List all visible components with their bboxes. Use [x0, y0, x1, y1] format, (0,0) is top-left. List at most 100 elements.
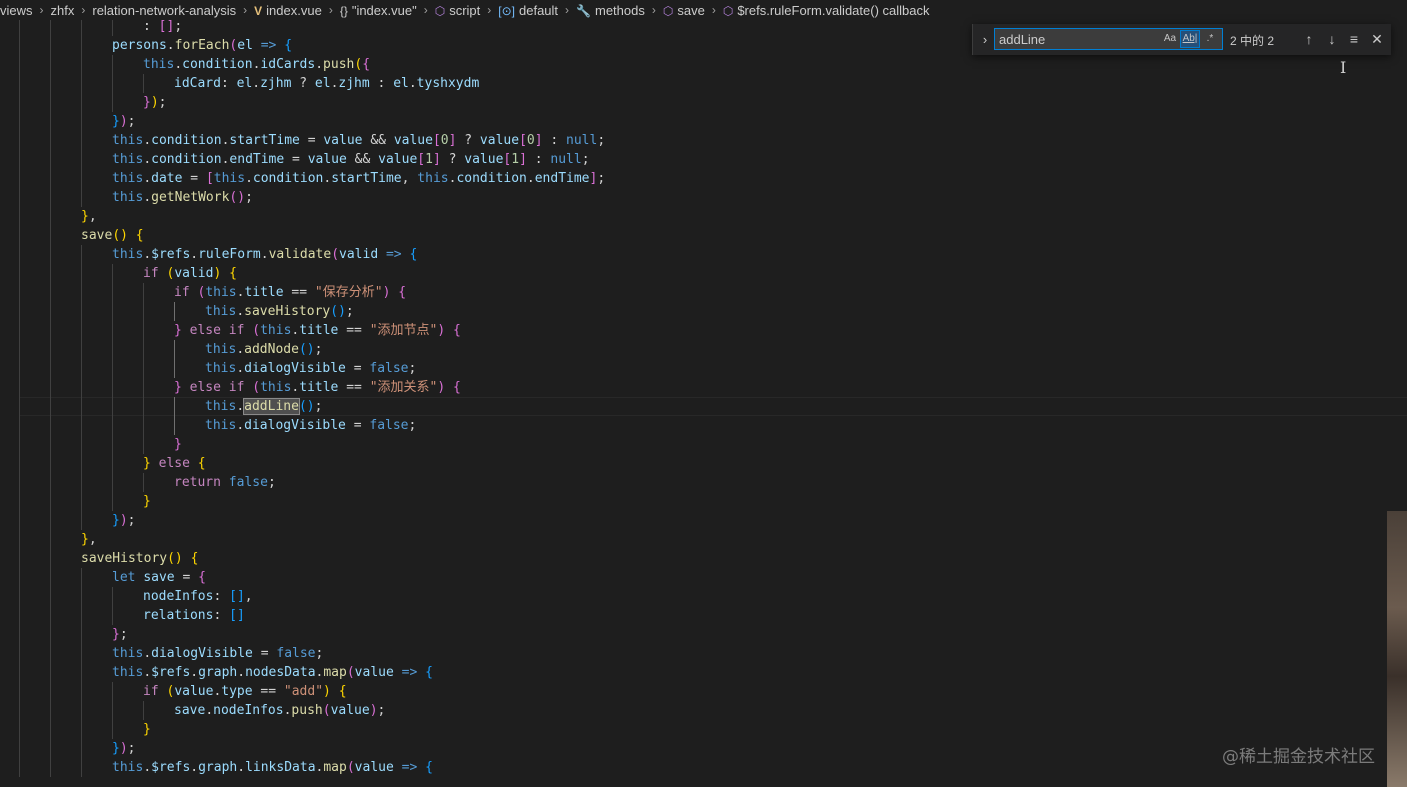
breadcrumb-item[interactable]: 🔧 methods	[576, 3, 645, 18]
breadcrumb-item[interactable]: ⬡ $refs.ruleForm.validate() callback	[723, 3, 930, 18]
code-line[interactable]: this.$refs.ruleForm.validate(valid => {	[0, 245, 1407, 264]
indent-guide	[143, 473, 144, 492]
code-text: }	[143, 720, 151, 739]
breadcrumb-item[interactable]: Vindex.vue	[254, 3, 322, 18]
code-line[interactable]: this.dialogVisible = false;	[0, 359, 1407, 378]
match-whole-word-button[interactable]: Ab|	[1180, 30, 1200, 48]
code-line[interactable]: this.condition.endTime = value && value[…	[0, 150, 1407, 169]
code-area[interactable]: : this.$refs.choose.checkedPersons: [];p…	[0, 0, 1407, 787]
previous-match-arrow-up-icon[interactable]: ↑	[1300, 30, 1318, 48]
code-token: }	[174, 437, 182, 452]
breadcrumb-separator-icon: ›	[328, 3, 333, 17]
indent-guide	[50, 511, 51, 530]
indent-guide	[81, 283, 82, 302]
code-line[interactable]: this.dialogVisible = false;	[0, 416, 1407, 435]
indent-guide	[112, 93, 113, 112]
use-regex-button[interactable]: .*	[1202, 31, 1218, 47]
close-icon[interactable]: ✕	[1368, 30, 1386, 48]
find-in-selection-icon[interactable]: ≡	[1345, 30, 1363, 48]
code-token: value	[307, 152, 347, 167]
code-line[interactable]: }	[0, 435, 1407, 454]
code-line[interactable]: });	[0, 511, 1407, 530]
breadcrumb-item[interactable]: ⬡ script	[435, 3, 481, 18]
match-case-button[interactable]: Aa	[1161, 31, 1179, 47]
code-line[interactable]: this.dialogVisible = false;	[0, 644, 1407, 663]
code-line[interactable]: save() {	[0, 226, 1407, 245]
code-token: ==	[338, 323, 370, 338]
code-line[interactable]: });	[0, 112, 1407, 131]
code-token: &&	[362, 133, 394, 148]
code-line[interactable]: if (value.type == "add") {	[0, 682, 1407, 701]
code-line[interactable]: this.condition.idCards.push({	[0, 55, 1407, 74]
code-token: ;	[345, 304, 354, 319]
code-line[interactable]: } else if (this.title == "添加关系") {	[0, 378, 1407, 397]
indent-guide	[50, 720, 51, 739]
toggle-replace-chevron-icon[interactable]: ›	[977, 30, 993, 50]
breadcrumb-item[interactable]: {} "index.vue"	[340, 3, 417, 18]
code-token: }	[81, 532, 89, 547]
code-token: )	[119, 741, 128, 756]
code-token: null	[566, 133, 598, 148]
code-token: =>	[401, 665, 418, 680]
code-token: ,	[244, 589, 253, 604]
code-token: }	[112, 513, 120, 528]
code-token: [	[205, 171, 214, 186]
code-token: this	[112, 760, 144, 775]
code-line[interactable]: this.saveHistory();	[0, 302, 1407, 321]
indent-guide	[143, 283, 144, 302]
code-token: this	[112, 171, 144, 186]
code-line[interactable]: if (this.title == "保存分析") {	[0, 283, 1407, 302]
code-token: this	[205, 361, 237, 376]
code-text: let save = {	[112, 568, 206, 587]
code-line[interactable]: });	[0, 93, 1407, 112]
code-token: {	[425, 665, 433, 680]
code-line[interactable]: if (valid) {	[0, 264, 1407, 283]
code-line[interactable]: saveHistory() {	[0, 549, 1407, 568]
breadcrumb-item[interactable]: views	[0, 3, 33, 18]
code-line[interactable]: },	[0, 207, 1407, 226]
next-match-arrow-down-icon[interactable]: ↓	[1323, 30, 1341, 48]
code-line[interactable]: } else if (this.title == "添加节点") {	[0, 321, 1407, 340]
code-line[interactable]: }	[0, 492, 1407, 511]
code-line[interactable]: this.addNode();	[0, 340, 1407, 359]
code-line[interactable]: } else {	[0, 454, 1407, 473]
code-token: else	[189, 323, 221, 338]
code-token: =	[299, 133, 324, 148]
indent-guide	[19, 758, 20, 777]
code-line[interactable]: this.$refs.graph.nodesData.map(value => …	[0, 663, 1407, 682]
indent-guide	[112, 492, 113, 511]
breadcrumb-item[interactable]: relation-network-analysis	[92, 3, 236, 18]
search-match-highlight: addLine	[243, 398, 300, 415]
find-input[interactable]	[995, 29, 1159, 49]
code-token: graph	[198, 760, 238, 775]
code-line[interactable]: this.condition.startTime = value && valu…	[0, 131, 1407, 150]
code-editor[interactable]: : this.$refs.choose.checkedPersons: [];p…	[0, 0, 1407, 787]
indent-guide	[81, 188, 82, 207]
code-line[interactable]: this.$refs.graph.linksData.map(value => …	[0, 758, 1407, 777]
breadcrumb-item[interactable]: [⊙] default	[498, 3, 558, 18]
code-line[interactable]: this.getNetWork();	[0, 188, 1407, 207]
code-line[interactable]: return false;	[0, 473, 1407, 492]
code-line[interactable]: let save = {	[0, 568, 1407, 587]
code-text: this.addLine();	[205, 397, 322, 416]
code-line[interactable]: save.nodeInfos.push(value);	[0, 701, 1407, 720]
breadcrumb-item[interactable]: zhfx	[51, 3, 75, 18]
breadcrumb-item[interactable]: ⬡ save	[663, 3, 705, 18]
code-line[interactable]: },	[0, 530, 1407, 549]
indent-guide	[50, 587, 51, 606]
code-line[interactable]: });	[0, 739, 1407, 758]
code-line[interactable]: idCard: el.zjhm ? el.zjhm : el.tyshxydm	[0, 74, 1407, 93]
code-line[interactable]: nodeInfos: [],	[0, 587, 1407, 606]
code-token: condition	[456, 171, 527, 186]
code-line[interactable]: };	[0, 625, 1407, 644]
code-text: this.$refs.ruleForm.validate(valid => {	[112, 245, 417, 264]
code-line[interactable]: this.addLine();	[0, 397, 1407, 416]
code-line[interactable]: }	[0, 720, 1407, 739]
code-token: value	[464, 152, 504, 167]
code-line[interactable]: relations: []	[0, 606, 1407, 625]
code-token: )	[369, 703, 378, 718]
code-token: )	[338, 304, 346, 319]
code-line[interactable]: this.date = [this.condition.startTime, t…	[0, 169, 1407, 188]
